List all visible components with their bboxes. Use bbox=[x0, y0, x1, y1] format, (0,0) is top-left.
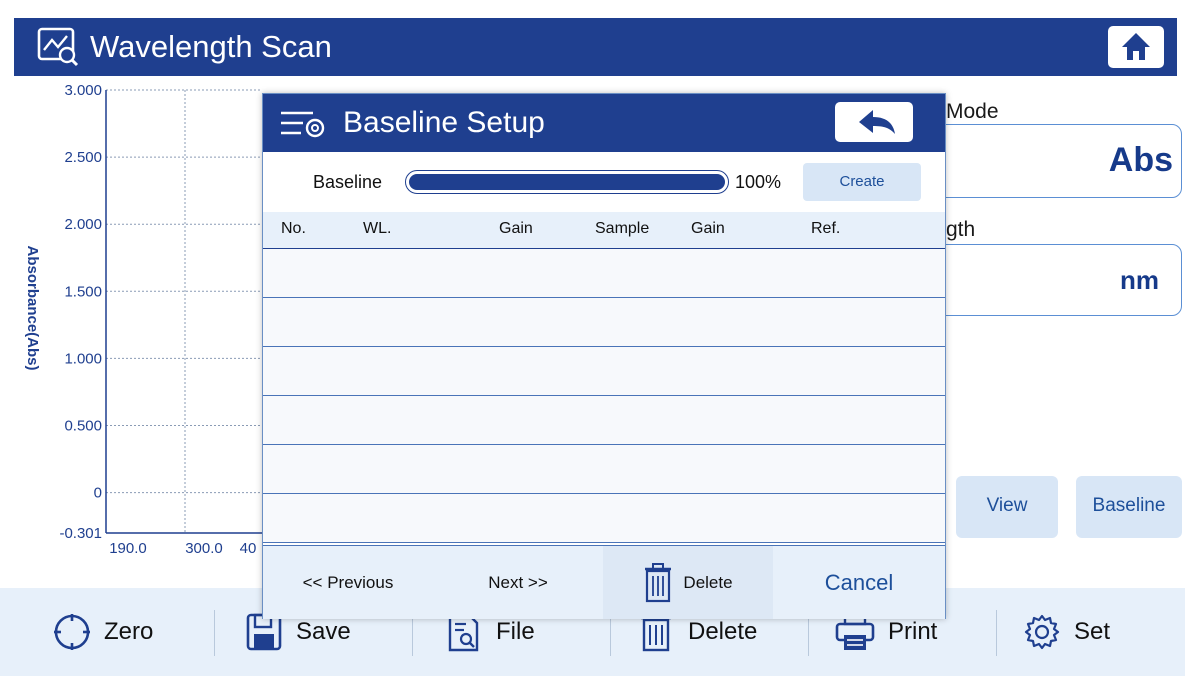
baseline-button[interactable]: Baseline bbox=[1076, 476, 1182, 538]
toolbar-divider bbox=[214, 610, 215, 656]
y-tick-label: -0.301 bbox=[59, 525, 102, 542]
mode-label: Mode bbox=[946, 100, 999, 123]
delete-label: Delete bbox=[688, 618, 758, 645]
y-tick-label: 3.000 bbox=[64, 82, 102, 99]
previous-button[interactable]: << Previous bbox=[263, 546, 433, 619]
baseline-progress-label: Baseline bbox=[313, 172, 383, 192]
col-ref: Ref. bbox=[811, 220, 841, 237]
x-tick-label: 40 bbox=[240, 540, 257, 557]
y-tick-label: 2.500 bbox=[64, 149, 102, 166]
back-button[interactable] bbox=[835, 102, 913, 142]
view-button[interactable]: View bbox=[956, 476, 1058, 538]
table-row[interactable] bbox=[263, 445, 945, 494]
save-label: Save bbox=[296, 618, 351, 645]
zero-label: Zero bbox=[104, 618, 154, 645]
gear-icon bbox=[1024, 614, 1060, 650]
table-row[interactable] bbox=[263, 396, 945, 445]
file-label: File bbox=[496, 618, 535, 645]
y-tick-label: 1.000 bbox=[64, 350, 102, 367]
y-axis-label: Absorbance(Abs) bbox=[24, 245, 41, 370]
progress-fill bbox=[409, 174, 725, 190]
progress-percent: 100% bbox=[735, 172, 782, 192]
y-tick-label: 0.500 bbox=[64, 418, 102, 435]
dialog-footer: << Previous Next >> Delete Cancel bbox=[263, 545, 945, 619]
table-row[interactable] bbox=[263, 298, 945, 347]
create-button[interactable]: Create bbox=[803, 163, 921, 201]
wavelength-unit: nm bbox=[1120, 265, 1159, 295]
set-label: Set bbox=[1074, 618, 1111, 645]
mode-value: Abs bbox=[1108, 141, 1173, 179]
col-gain-ref: Gain bbox=[691, 220, 725, 237]
title-bar: Wavelength Scan bbox=[14, 18, 1177, 76]
home-icon bbox=[1122, 33, 1150, 60]
dialog-title: Baseline Setup bbox=[343, 106, 545, 139]
col-wl: WL. bbox=[363, 220, 392, 237]
table-header: No. WL. Gain Sample Gain Ref. bbox=[263, 212, 945, 249]
set-button[interactable]: Set bbox=[1022, 588, 1110, 676]
col-sample: Sample bbox=[595, 220, 650, 237]
baseline-progress-bar bbox=[405, 170, 729, 194]
col-no: No. bbox=[281, 220, 306, 237]
dialog-delete-button[interactable]: Delete bbox=[603, 546, 773, 619]
y-tick-label: 2.000 bbox=[64, 216, 102, 233]
x-tick-label: 300.0 bbox=[185, 540, 223, 557]
table-row[interactable] bbox=[263, 494, 945, 543]
y-tick-label: 0 bbox=[94, 485, 102, 502]
back-arrow-icon bbox=[859, 110, 895, 134]
zero-icon bbox=[54, 614, 90, 650]
settings-list-icon bbox=[281, 111, 325, 138]
absorbance-chart: 3.000 2.500 2.000 1.500 1.000 0.500 0 -0.301 19… bbox=[24, 82, 262, 557]
toolbar-divider bbox=[996, 610, 997, 656]
trash-icon bbox=[645, 562, 672, 602]
print-label: Print bbox=[888, 618, 938, 645]
chart-scan-icon bbox=[37, 27, 79, 67]
table-row[interactable] bbox=[263, 249, 945, 298]
dialog-header: Baseline Setup bbox=[263, 94, 945, 152]
baseline-setup-dialog: Baseline Setup Baseline 100% Create No. … bbox=[262, 93, 946, 619]
page-title: Wavelength Scan bbox=[90, 29, 332, 64]
x-tick-label: 190.0 bbox=[109, 540, 147, 557]
zero-button[interactable]: Zero bbox=[52, 588, 153, 676]
dialog-delete-label: Delete bbox=[683, 572, 733, 592]
wavelength-label: gth bbox=[946, 218, 976, 241]
y-tick-label: 1.500 bbox=[64, 283, 102, 300]
table-row[interactable] bbox=[263, 347, 945, 396]
next-button[interactable]: Next >> bbox=[433, 546, 603, 619]
col-gain-sample: Gain bbox=[499, 220, 533, 237]
cancel-button[interactable]: Cancel bbox=[773, 546, 945, 619]
home-button[interactable] bbox=[1108, 26, 1164, 68]
